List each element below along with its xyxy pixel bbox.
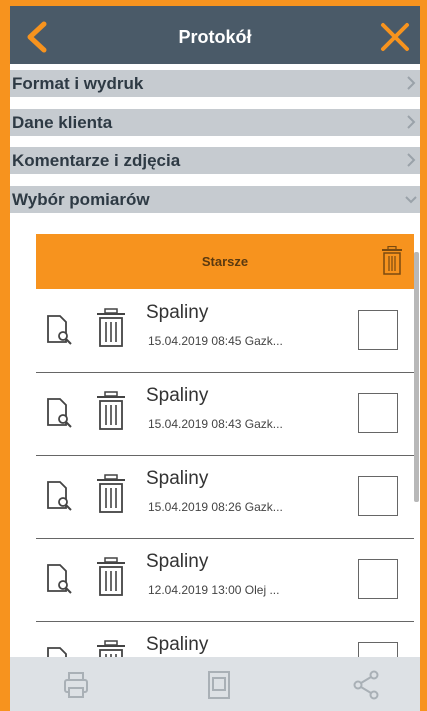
measurement-name: Spaliny xyxy=(146,385,209,406)
measurement-datetime: 15.04.2019 08:45 xyxy=(148,334,242,348)
section-komentarze-i-zdjecia[interactable]: Komentarze i zdjęcia xyxy=(10,147,420,174)
document-icon[interactable] xyxy=(203,669,235,701)
document-search-icon[interactable] xyxy=(44,563,76,595)
measurement-datetime: 15.04.2019 08:26 xyxy=(148,500,242,514)
chevron-right-icon xyxy=(407,76,416,90)
older-label: Starsze xyxy=(201,254,249,269)
measurement-name: Spaliny xyxy=(146,634,209,655)
document-search-icon[interactable] xyxy=(44,646,76,657)
measurement-meta: 15.04.2019 08:26 Gazk... xyxy=(148,500,283,514)
measurement-info: Gazk... xyxy=(244,500,283,514)
trash-icon[interactable] xyxy=(92,557,130,597)
measurement-info: Gazk... xyxy=(244,417,283,431)
section-label: Komentarze i zdjęcia xyxy=(12,151,181,170)
trash-icon[interactable] xyxy=(92,474,130,514)
measurement-row: Spaliny 15.04.2019 08:45 Gazk... xyxy=(36,292,414,373)
page-title: Protokół xyxy=(178,27,252,47)
document-search-icon[interactable] xyxy=(44,314,76,346)
chevron-right-icon xyxy=(407,153,416,167)
document-search-icon[interactable] xyxy=(44,397,76,429)
section-label: Wybór pomiarów xyxy=(12,190,150,209)
select-checkbox[interactable] xyxy=(358,642,398,657)
trash-icon[interactable] xyxy=(92,640,130,657)
measurement-name: Spaliny xyxy=(146,551,209,572)
measurement-meta: 15.04.2019 08:45 Gazk... xyxy=(148,334,283,348)
section-dane-klienta[interactable]: Dane klienta xyxy=(10,109,420,136)
measurement-row: Spaliny 15.04.2019 08:26 Gazk... xyxy=(36,458,414,539)
select-checkbox[interactable] xyxy=(358,393,398,433)
bottom-toolbar xyxy=(10,657,420,711)
share-icon[interactable] xyxy=(350,669,382,701)
scrollbar[interactable] xyxy=(414,252,419,502)
trash-icon[interactable] xyxy=(92,391,130,431)
section-format-i-wydruk[interactable]: Format i wydruk xyxy=(10,70,420,97)
measurement-row: Spaliny 15.04.2019 08:43 Gazk... xyxy=(36,375,414,456)
section-wybor-pomiarow[interactable]: Wybór pomiarów xyxy=(10,186,420,213)
measurement-info: Olej ... xyxy=(244,583,280,597)
measurement-datetime: 15.04.2019 08:43 xyxy=(148,417,242,431)
document-search-icon[interactable] xyxy=(44,480,76,512)
top-bar: Protokół xyxy=(10,6,420,64)
measurement-meta: 12.04.2019 13:00 Olej ... xyxy=(148,583,279,597)
measurement-name: Spaliny xyxy=(146,302,209,323)
measurement-datetime: 12.04.2019 13:00 xyxy=(148,583,242,597)
print-icon[interactable] xyxy=(60,669,92,701)
trash-icon[interactable] xyxy=(380,246,404,276)
measurement-row: Spaliny xyxy=(36,624,414,657)
measurement-row: Spaliny 12.04.2019 13:00 Olej ... xyxy=(36,541,414,622)
measurement-name: Spaliny xyxy=(146,468,209,489)
close-icon[interactable] xyxy=(378,20,412,54)
app-window: Protokół Format i wydruk Dane klienta Ko… xyxy=(10,6,420,711)
section-label: Format i wydruk xyxy=(12,74,144,93)
chevron-right-icon xyxy=(407,115,416,129)
trash-icon[interactable] xyxy=(92,308,130,348)
measurement-info: Gazk... xyxy=(244,334,283,348)
section-label: Dane klienta xyxy=(12,113,113,132)
select-checkbox[interactable] xyxy=(358,310,398,350)
measurement-meta: 15.04.2019 08:43 Gazk... xyxy=(148,417,283,431)
measurements-panel[interactable]: Starsze Spaliny 15.04.2019 08:45 Gazk...… xyxy=(10,224,420,657)
select-checkbox[interactable] xyxy=(358,559,398,599)
older-measurements-bar[interactable]: Starsze xyxy=(36,234,414,289)
chevron-down-icon xyxy=(405,196,417,204)
select-checkbox[interactable] xyxy=(358,476,398,516)
